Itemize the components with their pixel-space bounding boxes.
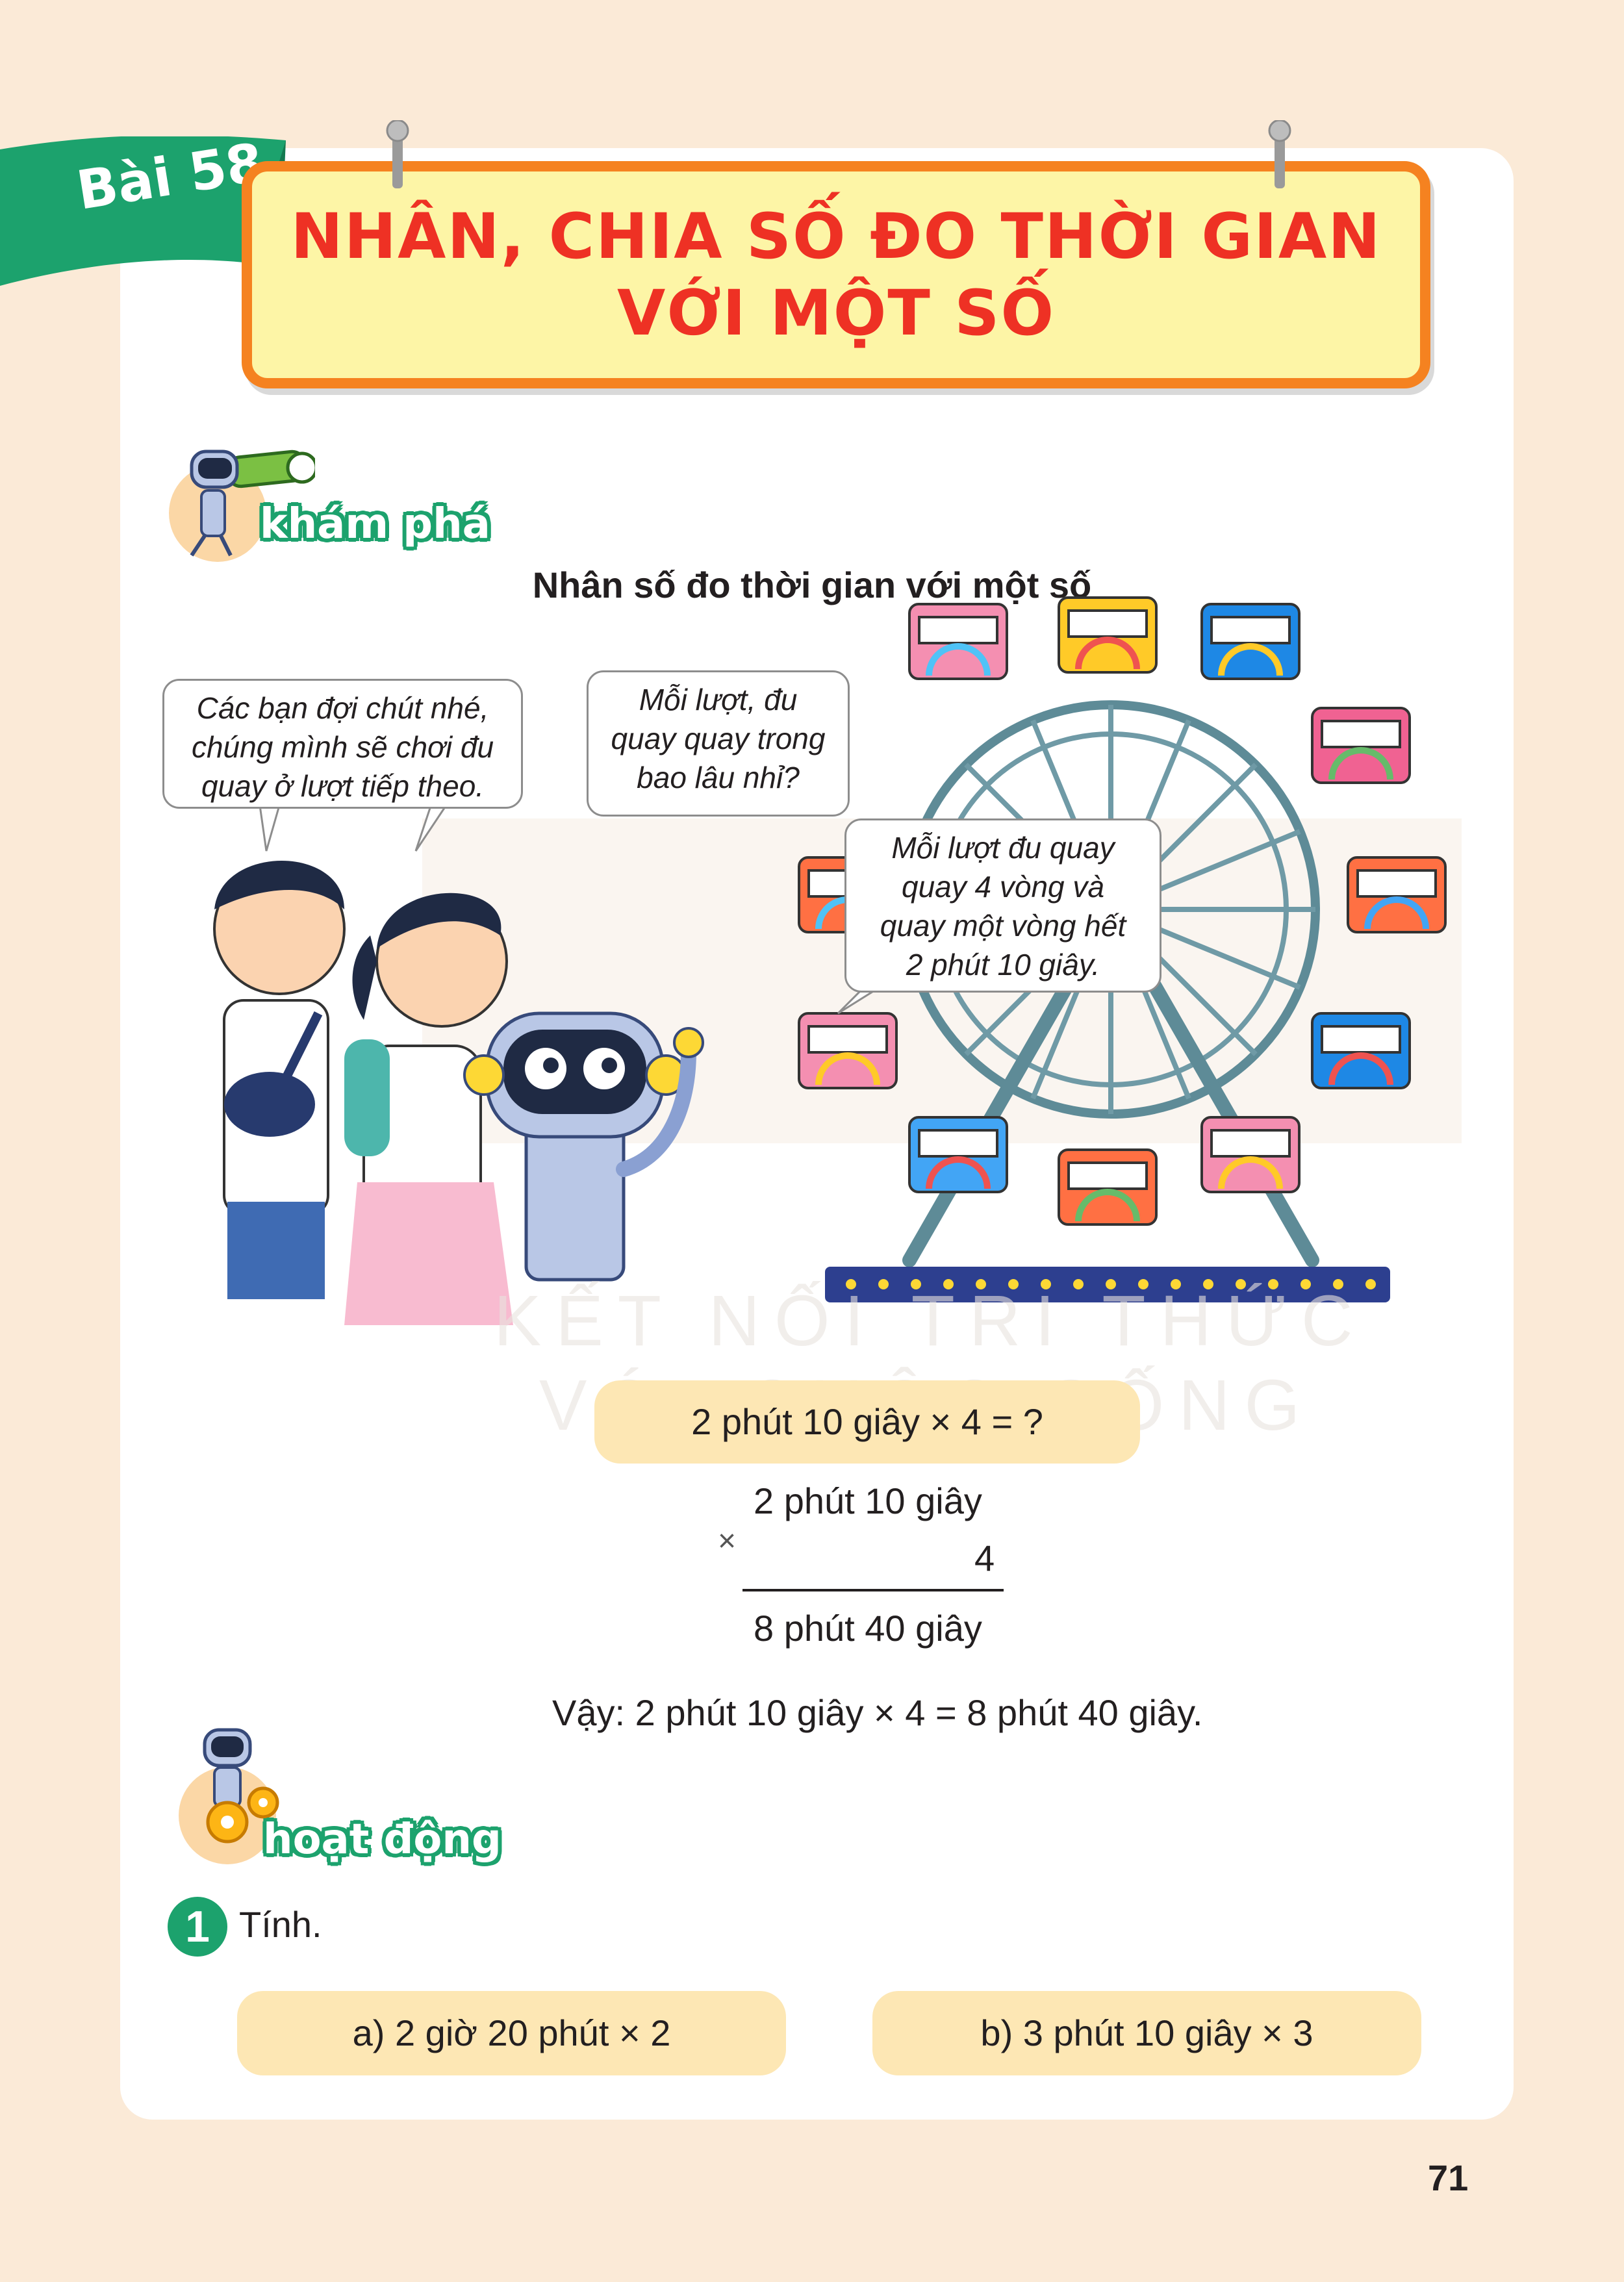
calc-result: 8 phút 40 giây — [754, 1608, 982, 1649]
bubble-line: quay ở lượt tiếp theo. — [201, 769, 485, 803]
calc-operand1: 2 phút 10 giây — [754, 1480, 982, 1521]
speech-bubble-robot: Mỗi lượt đu quay quay 4 vòng và quay một… — [844, 818, 1161, 993]
section-activity-label: hoạt động — [263, 1816, 501, 1864]
speech-bubble-girl: Mỗi lượt, đu quay quay trong bao lâu nhỉ… — [587, 670, 850, 817]
calc-operand2: 4 — [974, 1538, 995, 1578]
pin-icon — [386, 120, 409, 188]
lesson-title: NHÂN, CHIA SỐ ĐO THỜI GIAN VỚI MỘT SỐ — [242, 198, 1430, 351]
calc-divider — [742, 1589, 1004, 1591]
bubble-line: quay 4 vòng và — [901, 870, 1104, 904]
calc-operator: × — [718, 1524, 737, 1558]
exercise-item-b: b) 3 phút 10 giây × 3 — [872, 1991, 1421, 2075]
question-pill: 2 phút 10 giây × 4 = ? — [594, 1380, 1140, 1464]
bubble-line: bao lâu nhỉ? — [637, 761, 800, 794]
bubble-line: chúng mình sẽ chơi đu — [191, 730, 494, 764]
bubble-line: Các bạn đợi chút nhé, — [196, 691, 489, 725]
conclusion: Vậy: 2 phút 10 giây × 4 = 8 phút 40 giây… — [552, 1692, 1203, 1733]
lesson-title-line2: VỚI MỘT SỐ — [616, 277, 1056, 349]
bubble-line: Mỗi lượt đu quay — [891, 831, 1115, 865]
exercise-item-a: a) 2 giờ 20 phút × 2 — [237, 1991, 786, 2075]
section-explore-label: khám phá — [260, 500, 490, 548]
page-number: 71 — [1428, 2157, 1469, 2198]
exercise-instruction: Tính. — [239, 1904, 322, 1945]
bubble-line: quay một vòng hết — [880, 909, 1126, 943]
exercise-number-badge: 1 — [168, 1897, 227, 1957]
ferris-wheel-illustration — [213, 596, 1462, 1325]
bubble-line: 2 phút 10 giây. — [906, 948, 1100, 982]
bubble-line: quay quay trong — [611, 722, 826, 755]
watermark-line1: KẾT NỐI TRI THỨC — [494, 1281, 1367, 1361]
pin-icon — [1268, 120, 1291, 188]
lesson-title-line1: NHÂN, CHIA SỐ ĐO THỜI GIAN — [290, 200, 1382, 273]
speech-bubble-boy: Các bạn đợi chút nhé, chúng mình sẽ chơi… — [162, 679, 523, 809]
bubble-line: Mỗi lượt, đu — [639, 683, 798, 716]
